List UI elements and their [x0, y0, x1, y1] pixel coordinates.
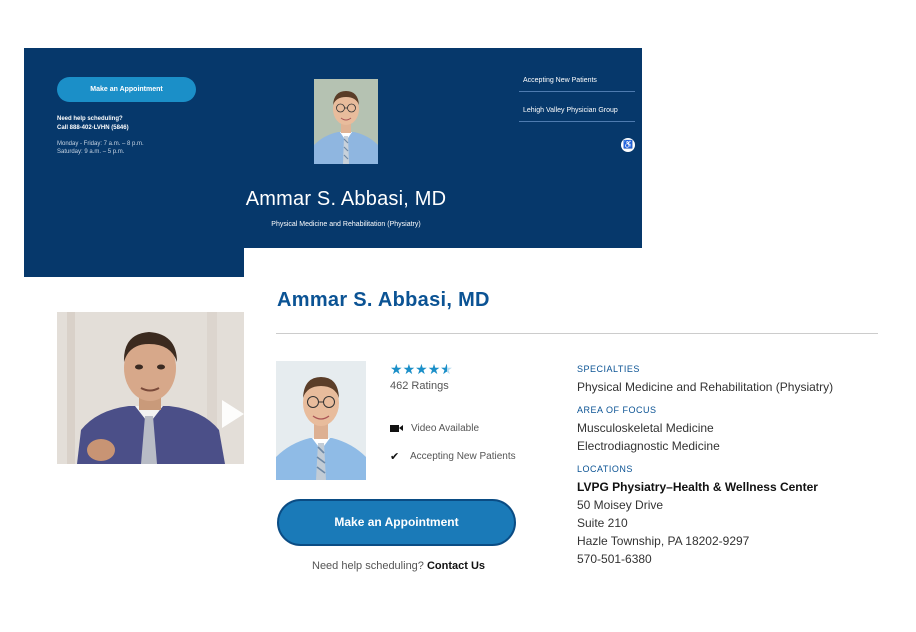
specialties-label: SPECIALTIES [577, 364, 640, 374]
page-title: Ammar S. Abbasi, MD [277, 289, 490, 311]
half-star-icon: ★★ [440, 361, 453, 377]
location-phone[interactable]: 570-501-6380 [577, 550, 897, 568]
locations-section: LOCATIONS LVPG Physiatry–Health & Wellne… [577, 464, 897, 568]
help-text: Need help scheduling? [312, 560, 424, 572]
doctor-details-column: SPECIALTIES Physical Medicine and Rehabi… [577, 364, 897, 577]
hero-hours-saturday: Saturday: 9 a.m. – 5 p.m. [57, 149, 125, 155]
checkmark-icon: ✔ [390, 451, 400, 463]
hero-hours-weekday: Monday - Friday: 7 a.m. – 8 p.m. [57, 141, 144, 147]
ratings-count[interactable]: 462 Ratings [390, 380, 449, 392]
hero-doctor-photo [314, 79, 378, 164]
rating-stars: ★★★★★★ [390, 361, 453, 378]
focus-item: Electrodiagnostic Medicine [577, 439, 720, 453]
scheduling-help-line: Need help scheduling? Contact Us [312, 560, 485, 572]
star-icon: ★ [427, 361, 441, 377]
location-name[interactable]: LVPG Physiatry–Health & Wellness Center [577, 478, 897, 496]
title-divider [276, 333, 878, 334]
hero-scheduling-help: Need help scheduling? Call 888-402-LVHN … [57, 115, 129, 133]
location-street: 50 Moisey Drive [577, 498, 664, 512]
location-city: Hazle Township, PA 18202-9297 [577, 534, 750, 548]
hero-quick-links: Accepting New Patients Lehigh Valley Phy… [519, 70, 635, 122]
play-icon[interactable] [222, 400, 244, 428]
video-available-row: Video Available [390, 423, 479, 434]
accepting-patients-label: Accepting New Patients [410, 451, 516, 462]
locations-label: LOCATIONS [577, 464, 633, 474]
star-icon: ★ [390, 361, 403, 377]
doctor-video-thumbnail[interactable] [57, 312, 244, 464]
hero-link-accepting-new-patients[interactable]: Accepting New Patients [519, 70, 635, 92]
area-of-focus-section: AREA OF FOCUS Musculoskeletal Medicine E… [577, 405, 897, 455]
hero-doctor-name: Ammar S. Abbasi, MD [245, 188, 447, 210]
video-camera-icon [390, 425, 403, 432]
focus-item: Musculoskeletal Medicine [577, 421, 714, 435]
doctor-profile-photo [276, 361, 366, 480]
hero-link-physician-group[interactable]: Lehigh Valley Physician Group [519, 92, 635, 122]
hero-help-phone[interactable]: Call 888-402-LVHN (5846) [57, 124, 129, 133]
specialty-item: Physical Medicine and Rehabilitation (Ph… [577, 380, 834, 394]
location-suite: Suite 210 [577, 516, 628, 530]
make-appointment-button[interactable]: Make an Appointment [277, 499, 516, 546]
contact-us-link[interactable]: Contact Us [427, 560, 485, 572]
hero-help-question: Need help scheduling? [57, 116, 123, 122]
hero-make-appointment-button[interactable]: Make an Appointment [57, 77, 196, 102]
area-of-focus-label: AREA OF FOCUS [577, 405, 657, 415]
accepting-patients-row: ✔ Accepting New Patients [390, 450, 516, 463]
profile-hero-banner: Make an Appointment Need help scheduling… [24, 48, 642, 277]
accessibility-icon[interactable]: ♿ [621, 138, 635, 152]
hero-doctor-specialty: Physical Medicine and Rehabilitation (Ph… [271, 221, 421, 228]
specialties-section: SPECIALTIES Physical Medicine and Rehabi… [577, 364, 897, 396]
star-icon: ★ [402, 361, 416, 377]
hero-office-hours: Monday - Friday: 7 a.m. – 8 p.m. Saturda… [57, 140, 144, 156]
star-icon: ★ [415, 361, 428, 377]
video-available-label: Video Available [411, 423, 480, 434]
